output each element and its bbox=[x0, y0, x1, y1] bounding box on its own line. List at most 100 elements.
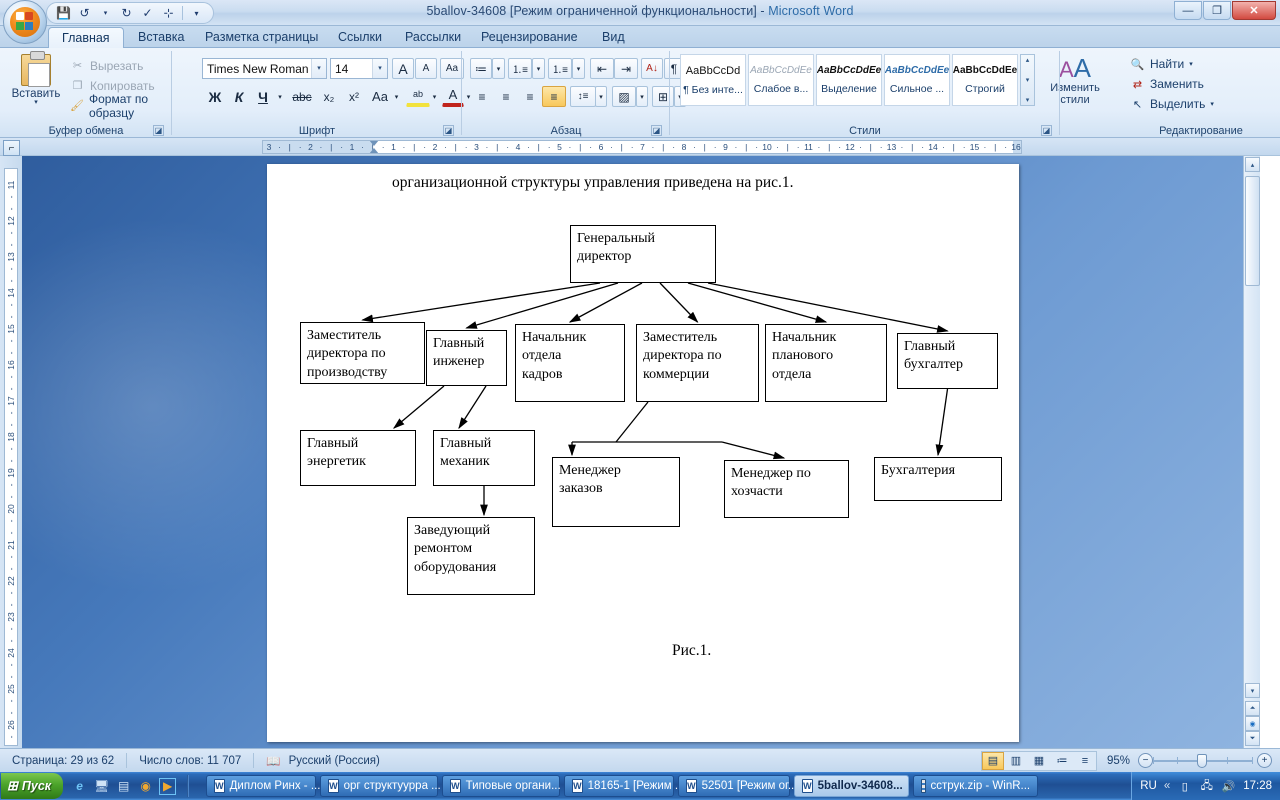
battery-icon[interactable]: ▯ bbox=[1177, 779, 1192, 794]
org-node-zam_prod[interactable]: Заместительдиректора попроизводству bbox=[300, 322, 425, 384]
shield-icon[interactable]: ◉ bbox=[137, 778, 154, 795]
print-layout-view-button[interactable]: ▤ bbox=[982, 752, 1004, 770]
scroll-up-button[interactable]: ▴ bbox=[1245, 157, 1260, 172]
vertical-scrollbar[interactable]: ▴ ▾ ⏶ ◉ ⏷ bbox=[1243, 156, 1260, 748]
cut-button[interactable]: ✂ Вырезать bbox=[70, 56, 143, 75]
show-desktop-icon[interactable]: 🖥 bbox=[93, 778, 110, 795]
style-item-4[interactable]: AaBbCcDdEe Строгий bbox=[952, 54, 1018, 106]
org-node-zam_komm[interactable]: Заместительдиректора покоммерции bbox=[636, 324, 759, 402]
maximize-button[interactable]: ❐ bbox=[1203, 1, 1231, 20]
scroll-up-icon[interactable]: ▴ bbox=[1026, 56, 1030, 64]
bullets-button[interactable]: ≔ bbox=[470, 58, 492, 79]
sort-button[interactable]: А↓ bbox=[641, 58, 663, 79]
tab-selector-button[interactable]: ⌐ bbox=[3, 140, 20, 156]
draft-view-button[interactable]: ≡ bbox=[1074, 752, 1096, 770]
expand-tray-icon[interactable]: « bbox=[1164, 780, 1170, 792]
grow-font-button[interactable]: A bbox=[392, 58, 414, 79]
bullets-dropdown-icon[interactable]: ▾ bbox=[492, 58, 505, 79]
scroll-down-icon[interactable]: ▾ bbox=[1026, 76, 1030, 84]
text-highlight-button[interactable]: ab bbox=[406, 84, 430, 107]
scroll-down-button[interactable]: ▾ bbox=[1245, 683, 1260, 698]
org-node-gen[interactable]: Генеральныйдиректор bbox=[570, 225, 716, 283]
office-button[interactable] bbox=[3, 0, 47, 44]
zoom-slider[interactable] bbox=[1153, 754, 1253, 768]
tab-insert[interactable]: Вставка bbox=[125, 27, 197, 48]
language-indicator[interactable]: Русский (Россия) bbox=[285, 755, 392, 767]
outline-view-button[interactable]: ≔ bbox=[1051, 752, 1073, 770]
subscript-button[interactable]: x₂ bbox=[317, 86, 341, 107]
bold-button[interactable]: Ж bbox=[204, 86, 226, 107]
align-center-button[interactable]: ≡ bbox=[494, 86, 518, 107]
web-layout-view-button[interactable]: ▦ bbox=[1028, 752, 1050, 770]
align-right-button[interactable]: ≡ bbox=[518, 86, 542, 107]
tab-references[interactable]: Ссылки bbox=[325, 27, 395, 48]
style-item-3[interactable]: AaBbCcDdEe Сильное ... bbox=[884, 54, 950, 106]
more-styles-icon[interactable]: ▾ bbox=[1026, 96, 1030, 104]
line-spacing-button[interactable]: ↕≡ bbox=[570, 86, 596, 107]
previous-page-button[interactable]: ⏶ bbox=[1245, 701, 1260, 716]
numbering-button[interactable]: ⒈≡ bbox=[508, 58, 532, 79]
document-workspace[interactable]: организационной структуры управления при… bbox=[22, 156, 1260, 748]
start-button[interactable]: ⊞ Пуск bbox=[1, 773, 63, 799]
shading-button[interactable]: ▨ bbox=[612, 86, 636, 107]
zoom-out-button[interactable]: − bbox=[1138, 753, 1153, 768]
taskbar-item-1[interactable]: W орг структуурра ... bbox=[320, 775, 438, 797]
zoom-in-button[interactable]: + bbox=[1257, 753, 1272, 768]
find-dropdown-icon[interactable]: ▾ bbox=[1189, 60, 1193, 68]
hanging-indent-marker[interactable] bbox=[369, 148, 379, 154]
align-justify-button[interactable]: ≡ bbox=[542, 86, 566, 107]
change-case-button[interactable]: Aa bbox=[368, 86, 392, 107]
network-icon[interactable]: 🖧 bbox=[1199, 779, 1214, 794]
zoom-slider-thumb[interactable] bbox=[1197, 754, 1207, 768]
word-count[interactable]: Число слов: 11 707 bbox=[127, 755, 253, 767]
org-node-gl_buh[interactable]: Главныйбухгалтер bbox=[897, 333, 998, 389]
system-tray[interactable]: RU « ▯ 🖧 🔊 17:28 bbox=[1131, 772, 1280, 800]
style-item-1[interactable]: AaBbCcDdEe Слабое в... bbox=[748, 54, 814, 106]
first-line-indent-marker[interactable] bbox=[369, 140, 379, 146]
org-node-gl_mech[interactable]: Главныймеханик bbox=[433, 430, 535, 486]
language-bar[interactable]: RU bbox=[1140, 780, 1157, 792]
org-node-mgr_hoz[interactable]: Менеджер похозчасти bbox=[724, 460, 849, 518]
zoom-level[interactable]: 95% bbox=[1107, 755, 1130, 767]
clock[interactable]: 17:28 bbox=[1243, 780, 1272, 792]
ribbon-tabs[interactable]: Главная Вставка Разметка страницы Ссылки… bbox=[0, 26, 1280, 48]
format-painter-button[interactable]: 🖌 Формат по образцу bbox=[70, 96, 172, 115]
scrollbar-thumb[interactable] bbox=[1245, 176, 1260, 286]
highlight-dropdown-icon[interactable]: ▾ bbox=[429, 86, 440, 107]
multilevel-dropdown-icon[interactable]: ▾ bbox=[572, 58, 585, 79]
decrease-indent-button[interactable]: ⇤ bbox=[590, 58, 614, 79]
player-icon[interactable]: ▶ bbox=[159, 778, 176, 795]
view-buttons[interactable]: ▤ ▥ ▦ ≔ ≡ bbox=[981, 751, 1097, 771]
font-family-combobox[interactable]: Times New Roman ▾ bbox=[202, 58, 327, 79]
style-item-0[interactable]: AaBbCcDd ¶ Без инте... bbox=[680, 54, 746, 106]
change-case-dropdown-icon[interactable]: ▾ bbox=[391, 86, 402, 107]
org-node-gl_energ[interactable]: Главныйэнергетик bbox=[300, 430, 416, 486]
horizontal-ruler-scale[interactable]: 3·|·2·|·1·|·1·|·2·|·3·|·4·|·5·|·6·|·7·|·… bbox=[262, 140, 1022, 154]
multilevel-list-button[interactable]: ⒈≡ bbox=[548, 58, 572, 79]
taskbar-item-3[interactable]: W 18165-1 [Режим ... bbox=[564, 775, 674, 797]
taskbar-item-6[interactable]: сструк.zip - WinR... bbox=[913, 775, 1038, 797]
superscript-button[interactable]: x² bbox=[342, 86, 366, 107]
select-button[interactable]: ↖ Выделить ▾ bbox=[1130, 94, 1214, 114]
italic-button[interactable]: К bbox=[228, 86, 250, 107]
select-dropdown-icon[interactable]: ▾ bbox=[1210, 100, 1214, 108]
chevron-down-icon[interactable]: ▾ bbox=[311, 59, 326, 78]
media-icon[interactable]: ▤ bbox=[115, 778, 132, 795]
shading-dropdown-icon[interactable]: ▾ bbox=[636, 86, 648, 107]
org-node-nach_kadr[interactable]: Начальникотделакадров bbox=[515, 324, 625, 402]
internet-explorer-icon[interactable]: e bbox=[71, 778, 88, 795]
next-page-button[interactable]: ⏷ bbox=[1245, 731, 1260, 746]
tab-home[interactable]: Главная bbox=[48, 27, 124, 48]
replace-button[interactable]: ⇄ Заменить bbox=[1130, 74, 1204, 94]
vertical-ruler-scale[interactable]: 11--12--13--14--15--16--17--18--19--20--… bbox=[4, 168, 18, 746]
find-button[interactable]: 🔍 Найти ▾ bbox=[1130, 54, 1193, 74]
change-styles-button[interactable]: AA Изменить стили bbox=[1040, 56, 1110, 106]
tab-mailings[interactable]: Рассылки bbox=[392, 27, 474, 48]
align-left-button[interactable]: ≡ bbox=[470, 86, 494, 107]
clipboard-dialog-launcher[interactable]: ◪ bbox=[153, 125, 164, 136]
full-screen-reading-view-button[interactable]: ▥ bbox=[1005, 752, 1027, 770]
tab-view[interactable]: Вид bbox=[589, 27, 638, 48]
paragraph-dialog-launcher[interactable]: ◪ bbox=[651, 125, 662, 136]
select-browse-object-button[interactable]: ◉ bbox=[1245, 716, 1260, 731]
vertical-ruler[interactable]: 11--12--13--14--15--16--17--18--19--20--… bbox=[0, 156, 22, 748]
